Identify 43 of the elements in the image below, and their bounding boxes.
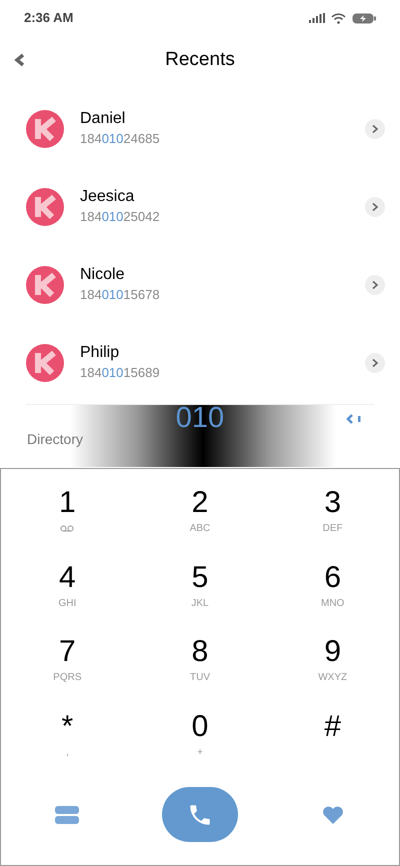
keypad-key[interactable]: 4 GHI (1, 560, 134, 634)
keypad-key[interactable]: 9 WXYZ (266, 634, 399, 708)
keypad-key[interactable]: 7 PQRS (1, 634, 134, 708)
contact-name: Jeesica (80, 187, 136, 207)
keypad-key[interactable]: 6 MNO (266, 560, 399, 634)
voicemail-icon (60, 525, 74, 532)
chevron-icon (371, 202, 379, 212)
avatar-icon (26, 266, 64, 304)
details-button[interactable] (365, 119, 385, 139)
battery-icon (352, 12, 376, 24)
details-button[interactable] (365, 353, 385, 373)
keypad-key[interactable]: 0 + (134, 708, 266, 783)
keypad-key[interactable]: 2 ABC (134, 485, 266, 560)
avatar-icon (26, 344, 64, 382)
chevron-icon (371, 358, 379, 368)
contact-number: 18401015689 (80, 364, 161, 382)
chevron-icon (371, 124, 379, 134)
directory-label: Directory (27, 430, 84, 449)
backspace-icon[interactable] (346, 413, 362, 425)
avatar-icon (26, 188, 64, 226)
page-title: Recents (165, 48, 235, 72)
heart-icon[interactable] (322, 804, 344, 824)
contact-name: Nicole (80, 265, 126, 285)
contact-number: 18401024685 (80, 130, 161, 148)
details-button[interactable] (365, 197, 385, 217)
keypad-key[interactable]: 5 JKL (134, 560, 266, 634)
details-button[interactable] (365, 275, 385, 295)
keypad-key[interactable]: # (266, 708, 399, 783)
avatar-icon (26, 110, 64, 148)
dial-number: 010 (176, 401, 224, 435)
contact-name: Daniel (80, 109, 126, 129)
wifi-icon (331, 12, 346, 24)
contact-number: 18401015678 (80, 286, 161, 304)
chevron-icon (371, 280, 379, 290)
contact-name: Philip (80, 343, 120, 363)
signal-icon (309, 13, 325, 23)
keypad-key[interactable]: 8 TUV (134, 634, 266, 708)
contact-number: 18401025042 (80, 208, 161, 226)
keypad-key[interactable]: 3 DEF (266, 485, 399, 560)
back-icon[interactable] (14, 53, 26, 67)
keypad-key[interactable]: 1 (1, 485, 134, 560)
status-time: 2:36 AM (24, 9, 74, 28)
keypad-key[interactable]: * , (1, 708, 134, 783)
